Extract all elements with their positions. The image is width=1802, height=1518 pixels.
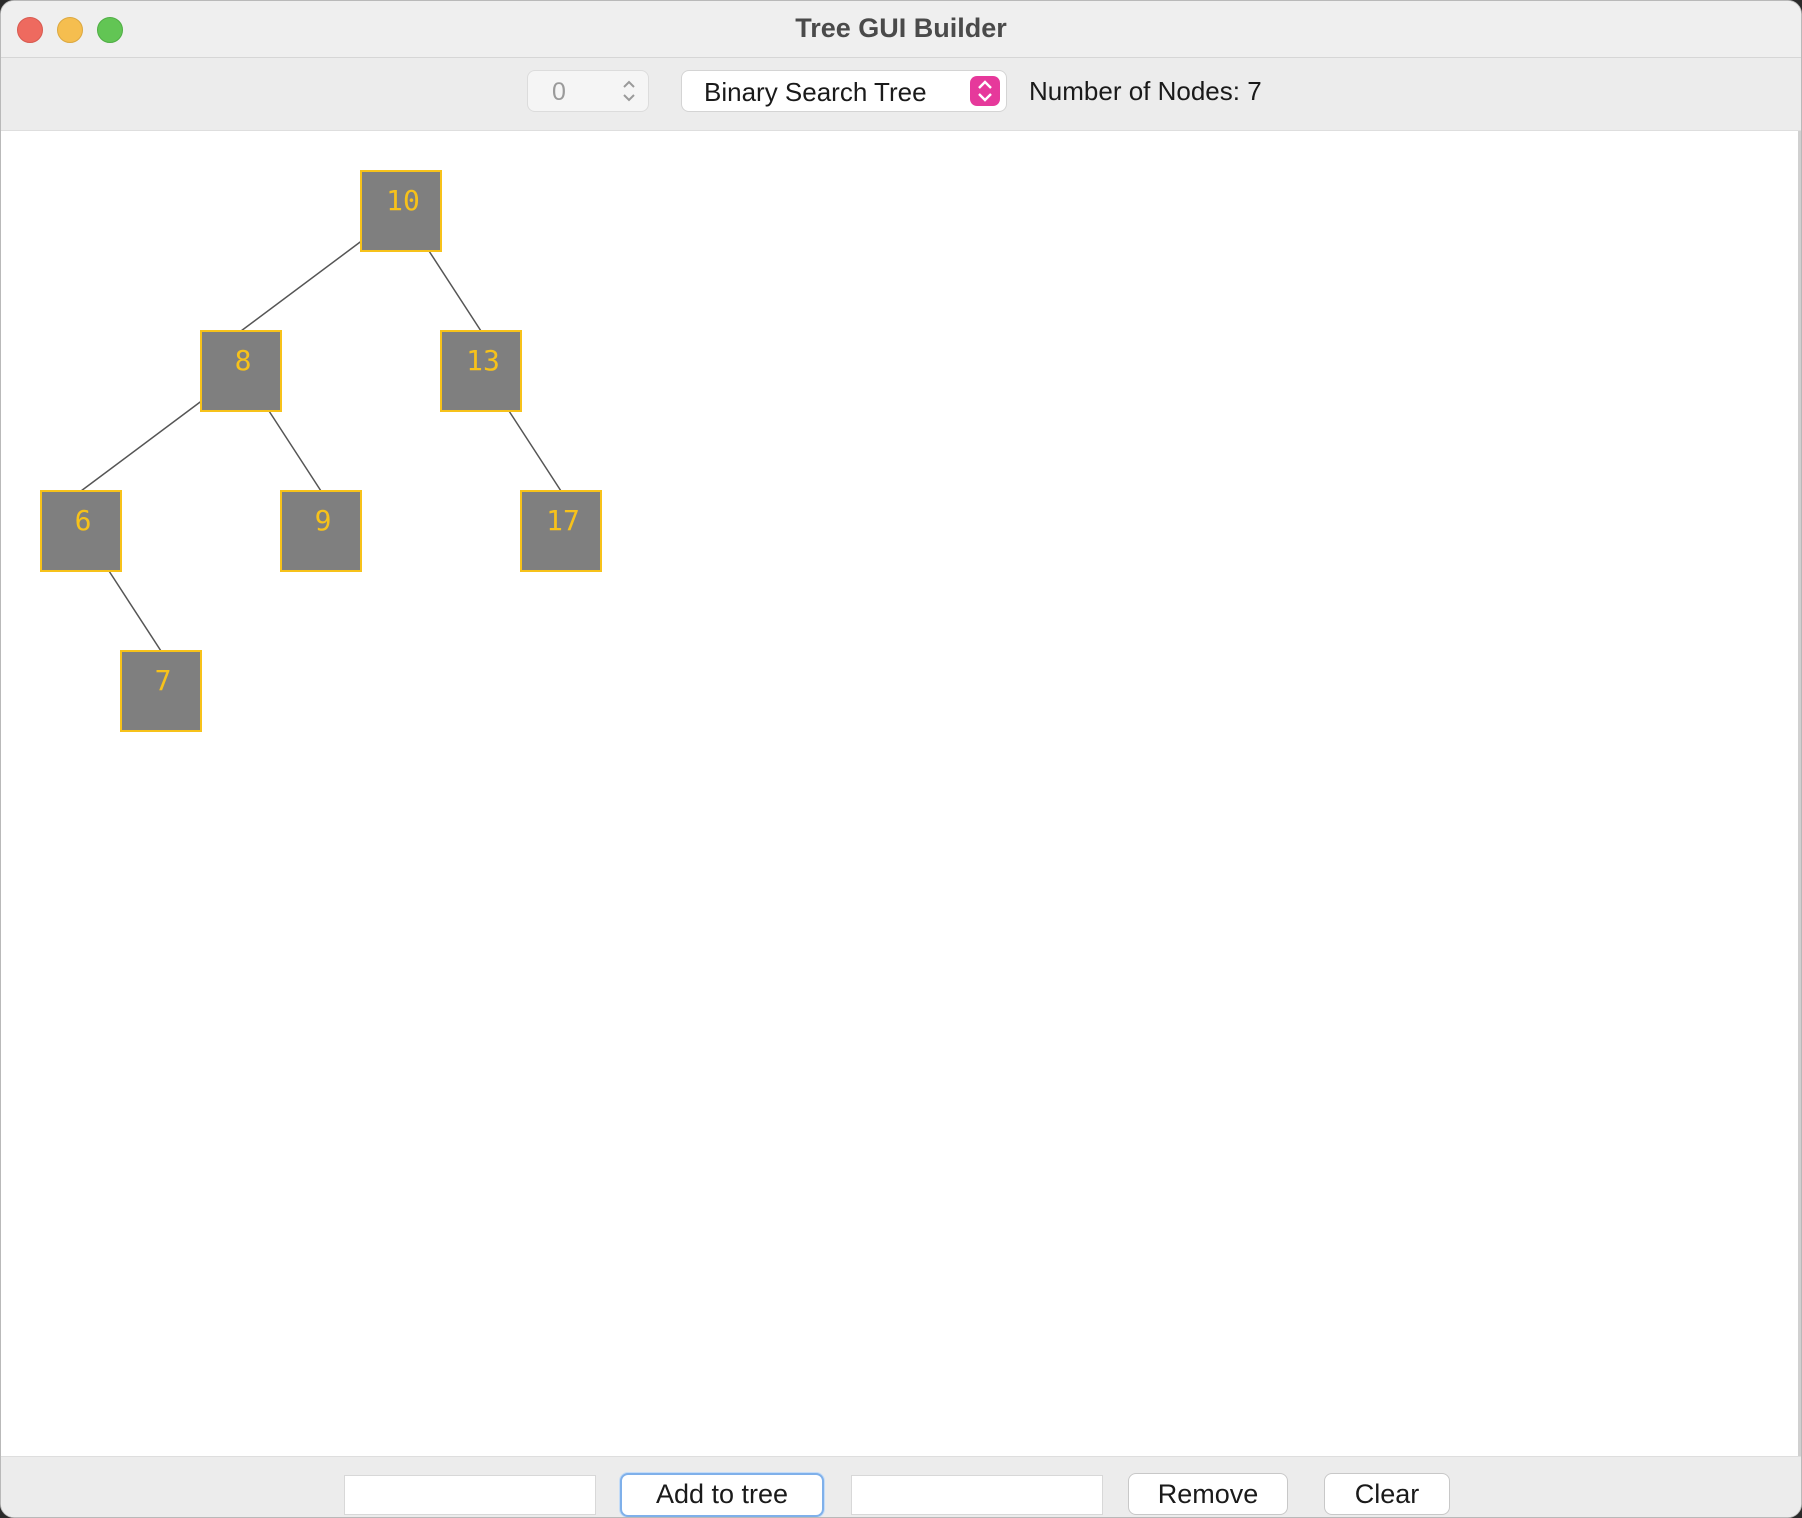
- tree-node-label: 7: [155, 664, 172, 697]
- tree-edge: [108, 570, 162, 652]
- title-bar: Tree GUI Builder: [1, 1, 1801, 58]
- spinner-arrows-icon[interactable]: [620, 75, 638, 107]
- tree-node-label: 9: [315, 504, 332, 537]
- tree-edge: [508, 410, 562, 492]
- tree-node-label: 8: [235, 344, 252, 377]
- add-to-tree-button[interactable]: Add to tree: [620, 1473, 824, 1517]
- select-arrows-button[interactable]: [970, 76, 1000, 106]
- tree-edge: [428, 250, 482, 332]
- node-count-label: Number of Nodes: 7: [1029, 76, 1262, 106]
- tree-node-9[interactable]: 9: [280, 490, 362, 572]
- window-title: Tree GUI Builder: [795, 13, 1007, 43]
- tree-node-10[interactable]: 10: [360, 170, 442, 252]
- spinner-value: 0: [552, 78, 566, 106]
- remove-value-input[interactable]: [851, 1475, 1103, 1515]
- tree-node-8[interactable]: 8: [200, 330, 282, 412]
- tree-edge: [268, 410, 322, 492]
- tree-diagram: 10 8 13 6 9 17 7: [40, 170, 602, 732]
- tree-node-label: 10: [386, 184, 420, 217]
- tree-node-13[interactable]: 13: [440, 330, 522, 412]
- tree-node-6[interactable]: 6: [40, 490, 122, 572]
- tree-canvas[interactable]: 10 8 13 6 9 17 7: [1, 131, 1801, 1456]
- top-toolbar: 0 Binary Search Tree Number of Nodes: 7: [1, 58, 1801, 131]
- tree-node-label: 6: [75, 504, 92, 537]
- add-value-input[interactable]: [344, 1475, 596, 1515]
- window-edge: [1798, 131, 1801, 1456]
- tree-edge: [80, 400, 202, 492]
- tree-type-label: Binary Search Tree: [704, 77, 927, 107]
- clear-button[interactable]: Clear: [1324, 1473, 1450, 1515]
- tree-node-label: 17: [546, 504, 580, 537]
- app-window: Tree GUI Builder 0 Binary Search Tree Nu…: [0, 0, 1802, 1518]
- tree-node-label: 13: [466, 344, 500, 377]
- chevron-up-down-icon: [978, 80, 992, 102]
- tree-edge: [240, 240, 362, 332]
- value-spinner[interactable]: 0: [527, 70, 649, 112]
- remove-button[interactable]: Remove: [1128, 1473, 1288, 1515]
- tree-type-select[interactable]: Binary Search Tree: [681, 70, 1007, 112]
- tree-node-17[interactable]: 17: [520, 490, 602, 572]
- bottom-toolbar: Add to tree Remove Clear: [1, 1456, 1801, 1517]
- tree-node-7[interactable]: 7: [120, 650, 202, 732]
